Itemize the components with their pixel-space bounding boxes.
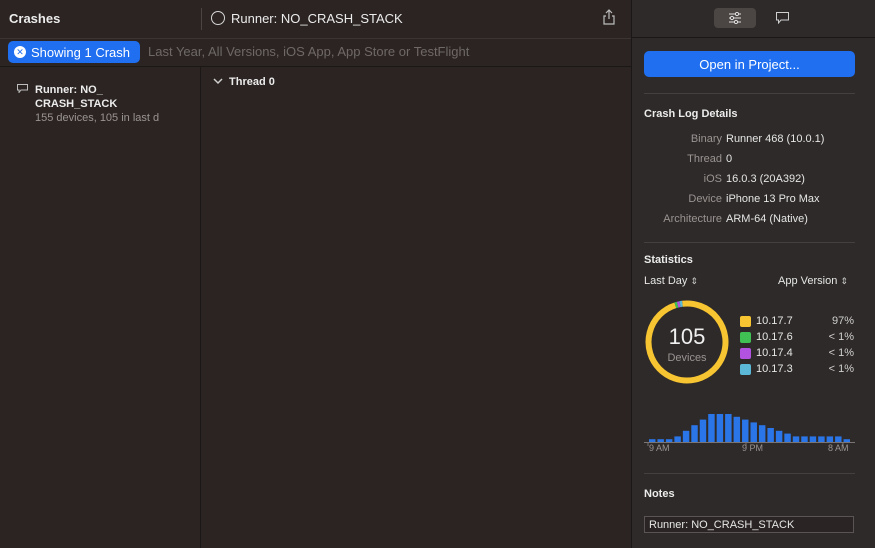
histogram-bar bbox=[699, 419, 707, 442]
detail-value: 0 bbox=[726, 153, 733, 165]
notes-title: Notes bbox=[644, 488, 675, 500]
crash-item-title: Runner: NO_ CRASH_STACK bbox=[35, 84, 118, 110]
chevron-down-icon[interactable] bbox=[213, 77, 223, 85]
open-in-project-button[interactable]: Open in Project... bbox=[644, 51, 855, 77]
tab-settings[interactable] bbox=[714, 8, 756, 28]
detail-value: Runner 468 (10.0.1) bbox=[726, 133, 825, 145]
histogram-tick: 9 PM bbox=[742, 443, 764, 453]
donut-slice bbox=[676, 301, 681, 308]
histogram-bar bbox=[758, 425, 766, 442]
detail-value: 16.0.3 (20A392) bbox=[726, 173, 805, 185]
histogram-bar bbox=[665, 439, 673, 442]
divider bbox=[644, 473, 855, 474]
list-item[interactable]: Runner: NO_ CRASH_STACK 155 devices, 105… bbox=[0, 79, 200, 129]
clear-filter-icon[interactable]: ✕ bbox=[14, 46, 26, 58]
histogram-bar bbox=[818, 436, 825, 442]
histogram-bar bbox=[682, 430, 690, 442]
histogram-bar bbox=[733, 416, 741, 442]
time-range-selector[interactable]: Last Day ⇕ bbox=[644, 275, 698, 287]
histogram-bar bbox=[835, 436, 842, 442]
histogram-tick: 9 AM bbox=[649, 443, 670, 453]
legend-item: 10.17.6 < 1% bbox=[740, 331, 854, 345]
inspector-tabs bbox=[714, 8, 794, 28]
legend-version: 10.17.6 bbox=[756, 331, 793, 343]
crash-item-subtitle: 155 devices, 105 in last d bbox=[35, 112, 160, 124]
inspector-pane: Open in Project... Crash Log Details Bin… bbox=[631, 0, 875, 548]
up-down-chevron-icon: ⇕ bbox=[840, 275, 848, 286]
legend-swatch bbox=[740, 316, 751, 327]
detail-key: Binary bbox=[690, 133, 722, 145]
legend-swatch bbox=[740, 364, 751, 375]
histogram-bar bbox=[742, 419, 749, 442]
crash-log-details-title: Crash Log Details bbox=[644, 108, 738, 120]
histogram-bar bbox=[775, 430, 783, 442]
thread-view bbox=[202, 67, 631, 548]
grouping-selector[interactable]: App Version ⇕ bbox=[778, 275, 848, 287]
notes-field[interactable]: Runner: NO_CRASH_STACK bbox=[644, 516, 854, 533]
crash-status-icon bbox=[211, 11, 225, 25]
title-divider bbox=[201, 8, 202, 30]
showing-crash-filter-pill[interactable]: ✕ Showing 1 Crash bbox=[8, 41, 140, 63]
histogram-bar bbox=[725, 414, 732, 442]
legend-percent: < 1% bbox=[828, 331, 854, 343]
crashes-title: Crashes bbox=[9, 11, 61, 26]
donut-slice bbox=[674, 301, 679, 309]
histogram-bar bbox=[826, 436, 834, 442]
main-content: Runner: NO_ CRASH_STACK 155 devices, 105… bbox=[0, 66, 631, 548]
comment-icon bbox=[775, 12, 789, 24]
histogram-bar bbox=[649, 439, 656, 442]
devices-label: Devices bbox=[667, 352, 707, 364]
detail-key: iOS bbox=[703, 173, 722, 185]
histogram-bar bbox=[801, 436, 808, 442]
histogram-bar bbox=[767, 428, 774, 442]
legend-swatch bbox=[740, 348, 751, 359]
histogram-bar bbox=[657, 439, 664, 442]
histogram-bar bbox=[809, 436, 817, 442]
selected-crash-title: Runner: NO_CRASH_STACK bbox=[231, 11, 403, 26]
crash-list: Runner: NO_ CRASH_STACK 155 devices, 105… bbox=[0, 67, 201, 548]
filter-description[interactable]: Last Year, All Versions, iOS App, App St… bbox=[148, 44, 469, 59]
legend-percent: < 1% bbox=[828, 363, 854, 375]
share-icon[interactable] bbox=[602, 9, 616, 25]
divider bbox=[644, 242, 855, 243]
legend-item: 10.17.3 < 1% bbox=[740, 363, 854, 377]
speech-bubble-icon bbox=[17, 84, 28, 93]
detail-key: Device bbox=[688, 193, 722, 205]
legend-version: 10.17.4 bbox=[756, 347, 793, 359]
sliders-icon bbox=[729, 12, 741, 24]
histogram-bar bbox=[792, 436, 800, 442]
detail-value: iPhone 13 Pro Max bbox=[726, 193, 820, 205]
filter-bar: ✕ Showing 1 Crash Last Year, All Version… bbox=[0, 38, 631, 66]
legend-percent: 97% bbox=[831, 315, 854, 327]
histogram-bar bbox=[674, 436, 681, 442]
detail-key: Thread bbox=[687, 153, 722, 165]
histogram-bar bbox=[784, 433, 791, 442]
detail-key: Architecture bbox=[663, 213, 722, 225]
crashes-pane: Crashes Runner: NO_CRASH_STACK ✕ Showing… bbox=[0, 0, 631, 548]
histogram-bar bbox=[691, 425, 698, 442]
legend-swatch bbox=[740, 332, 751, 343]
up-down-chevron-icon: ⇕ bbox=[690, 275, 698, 286]
histogram-bar bbox=[843, 439, 850, 442]
histogram-tick: 8 AM bbox=[828, 443, 849, 453]
legend-item: 10.17.4 < 1% bbox=[740, 347, 854, 361]
titlebar: Crashes Runner: NO_CRASH_STACK bbox=[0, 0, 631, 37]
histogram-bar bbox=[716, 414, 724, 442]
histogram-bar bbox=[750, 422, 757, 442]
devices-count: 105 bbox=[668, 324, 706, 349]
divider bbox=[644, 93, 855, 94]
legend-item: 10.17.7 97% bbox=[740, 315, 854, 329]
legend-version: 10.17.7 bbox=[756, 315, 793, 327]
tab-comments[interactable] bbox=[770, 8, 794, 28]
thread-label[interactable]: Thread 0 bbox=[229, 76, 275, 88]
time-range-label: Last Day bbox=[644, 275, 688, 287]
detail-value: ARM-64 (Native) bbox=[726, 213, 808, 225]
legend-percent: < 1% bbox=[828, 347, 854, 359]
filter-pill-label: Showing 1 Crash bbox=[31, 44, 130, 60]
divider bbox=[632, 37, 875, 38]
statistics-title: Statistics bbox=[644, 254, 693, 266]
legend-version: 10.17.3 bbox=[756, 363, 793, 375]
grouping-label: App Version bbox=[778, 275, 838, 287]
histogram-bar bbox=[708, 414, 715, 442]
